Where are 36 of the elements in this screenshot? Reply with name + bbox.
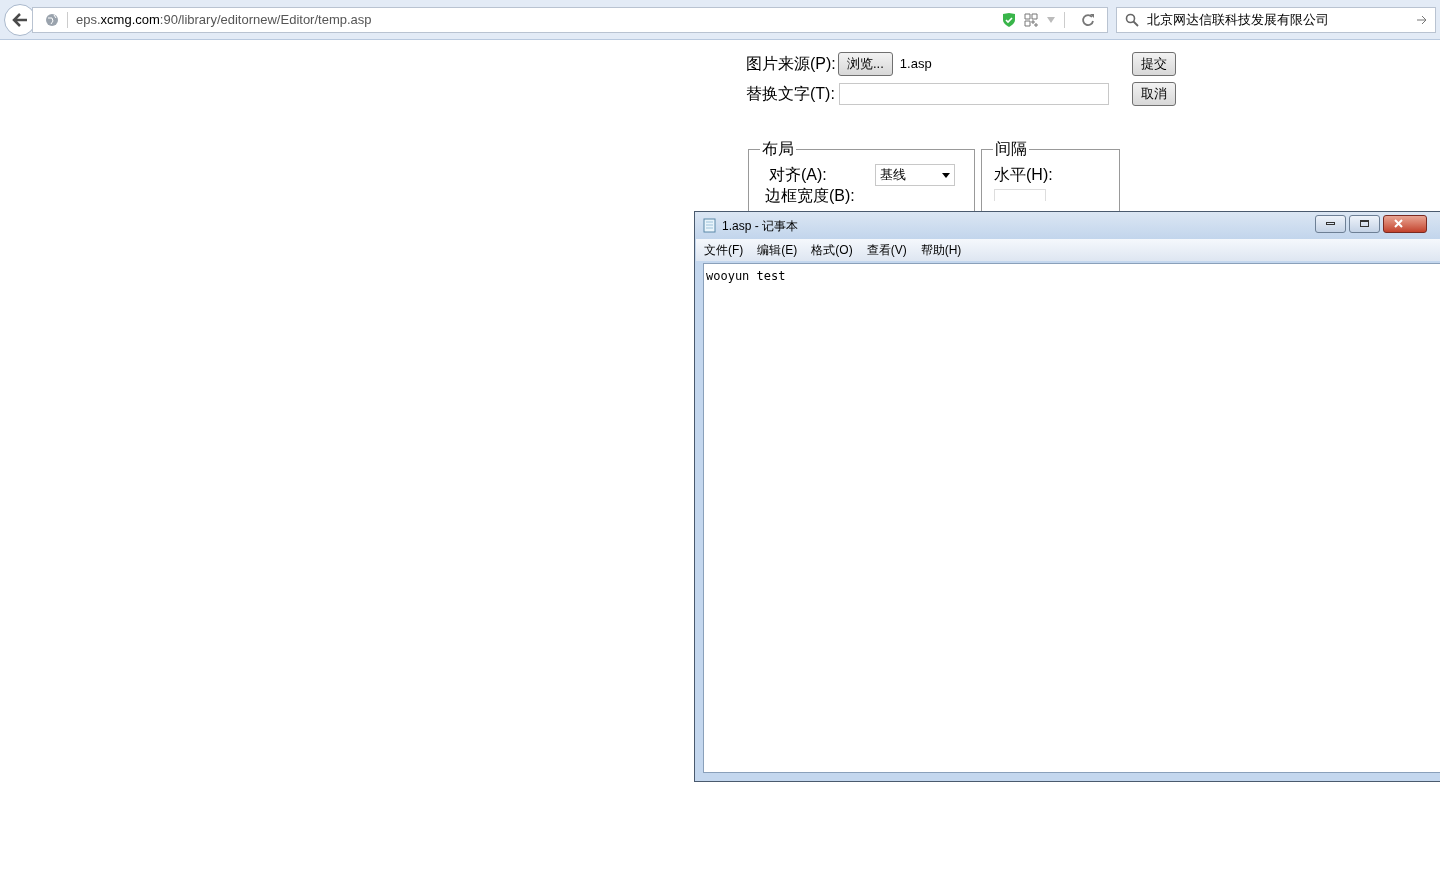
qr-code-icon[interactable] — [1024, 12, 1038, 27]
layout-legend: 布局 — [760, 137, 796, 161]
align-select[interactable]: 基线 — [875, 164, 955, 186]
source-label: 图片来源(P): — [746, 54, 837, 74]
search-field[interactable]: 北京网达信联科技发展有限公司 — [1116, 6, 1436, 33]
notepad-icon — [703, 218, 716, 233]
close-icon — [1394, 219, 1403, 228]
address-text: eps.xcmg.com:90/library/editornew/Editor/temp.asp — [76, 10, 372, 29]
horizontal-field[interactable] — [994, 189, 1046, 201]
text-area[interactable]: wooyun test — [703, 263, 1440, 773]
menu-item[interactable]: 帮助(H) — [920, 241, 962, 259]
shield-icon — [1002, 11, 1016, 28]
maximize-button[interactable] — [1349, 214, 1380, 233]
reload-icon[interactable] — [1081, 12, 1095, 27]
address-bar[interactable]: eps.xcmg.com:90/library/editornew/Editor/temp.asp — [32, 6, 1108, 33]
search-icon — [1125, 12, 1139, 27]
window-title: 1.asp - 记事本 — [722, 217, 799, 235]
align-label: 对齐(A): — [769, 165, 828, 185]
menu-item[interactable]: 查看(V) — [866, 241, 907, 259]
menu-item[interactable]: 文件(F) — [704, 241, 744, 259]
menu-item[interactable]: 格式(O) — [811, 241, 853, 259]
menu-item[interactable]: 编辑(E) — [757, 241, 798, 259]
minimize-button[interactable] — [1315, 214, 1346, 233]
back-arrow-icon — [12, 12, 28, 27]
file-name: 1.asp — [899, 55, 932, 74]
spacing-legend: 间隔 — [993, 137, 1029, 161]
submit-button[interactable]: 提交 — [1132, 52, 1176, 76]
cancel-button[interactable]: 取消 — [1132, 82, 1176, 106]
alt-text-label: 替换文字(T): — [746, 84, 836, 104]
close-button[interactable] — [1383, 214, 1427, 233]
caret-icon — [942, 172, 950, 178]
horizontal-label: 水平(H): — [994, 165, 1054, 185]
alt-text-field[interactable] — [839, 83, 1109, 105]
border-width-label: 边框宽度(B): — [765, 187, 856, 205]
go-arrow-icon[interactable] — [1417, 14, 1427, 25]
browse-button[interactable]: 浏览... — [838, 52, 893, 76]
